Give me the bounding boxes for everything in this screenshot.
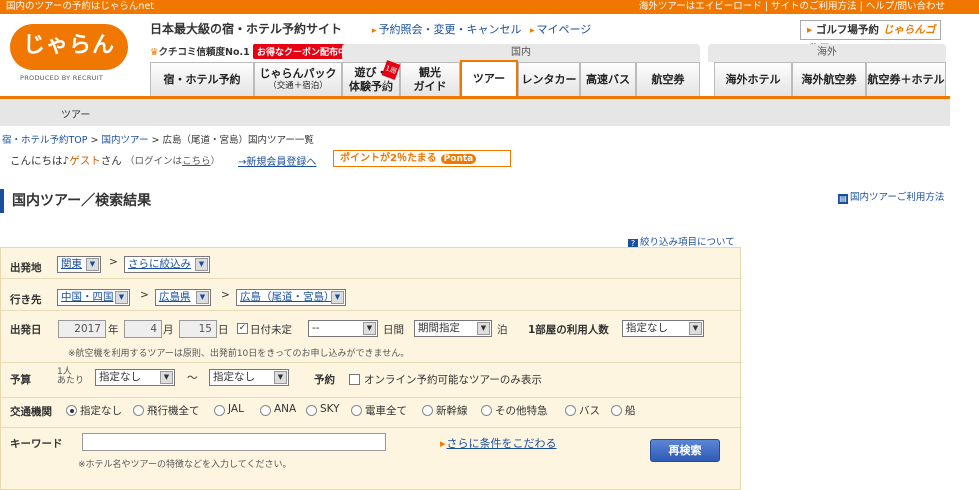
chevron-down-icon: ▼ (160, 371, 173, 384)
area-select[interactable]: 広島（尾道・宮島） ▼ (236, 289, 346, 306)
chevron-down-icon: ▼ (689, 322, 702, 335)
tab-sightseeing[interactable]: 観光 ガイド (400, 62, 460, 96)
room-occupancy-select[interactable]: 指定なし ▼ (622, 320, 704, 337)
tab-tour[interactable]: ツアー (460, 60, 518, 96)
keyword-input[interactable] (82, 433, 386, 451)
destination-label: 行き先 (10, 294, 42, 306)
overseas-group-label: 海外 (708, 44, 946, 62)
subnav-tour[interactable]: ツアー (61, 106, 90, 121)
transport-radio-train[interactable] (351, 405, 362, 416)
crown-icon: ♛ (150, 47, 159, 58)
login-link[interactable]: こちら (182, 156, 211, 167)
tab-hotel[interactable]: 宿・ホテル予約 (150, 62, 254, 96)
tab-jalan-pack[interactable]: じゃらんパック （交通＋宿泊） (254, 62, 342, 96)
day-input[interactable]: 15 (179, 320, 217, 338)
breadcrumb-current: 広島（尾道・宮島）国内ツアー一覧 (162, 135, 314, 146)
budget-min-select[interactable]: 指定なし ▼ (95, 369, 175, 386)
origin-label: 出発地 (10, 262, 42, 274)
ponta-banner[interactable]: ポイントが2％たまる Ponta (333, 150, 511, 167)
online-only-checkbox[interactable] (349, 374, 360, 385)
usage-guide-link[interactable]: ▤ 国内ツアーご利用方法 (838, 189, 944, 204)
chevron-right-icon: ▸ (807, 24, 813, 36)
coupon-badge[interactable]: お得なクーポン配布中 (253, 44, 352, 59)
keyword-label: キーワード (10, 438, 63, 450)
nights-select[interactable]: -- ▼ (308, 320, 378, 337)
flight-notice: ※航空機を利用するツアーは原則、出発前10日をきってのお申し込みができません。 (68, 349, 410, 359)
transport-radio-jal[interactable] (214, 405, 225, 416)
date-label: 出発日 (10, 324, 42, 336)
site-tagline: 日本最大級の宿・ホテル予約サイト (150, 22, 343, 36)
tab-air-hotel[interactable]: 航空券＋ホテル (866, 62, 946, 96)
trust-badge: ♛クチコミ信頼度No.1 (150, 47, 250, 58)
tab-rental-car[interactable]: レンタカー (518, 62, 580, 96)
transport-radio-ship[interactable] (611, 405, 622, 416)
month-input[interactable]: 4 (124, 320, 162, 338)
subnav: ツアー (0, 99, 950, 126)
mypage-link[interactable]: マイページ (530, 21, 592, 37)
page-title: 国内ツアー／検索結果 (0, 189, 151, 213)
top-bar-left-link[interactable]: 国内のツアーの予約はじゃらんnet (6, 0, 154, 14)
transport-radio-air[interactable] (133, 405, 144, 416)
jalan-logo[interactable]: じゃらん (10, 24, 128, 70)
budget-label: 予算 (10, 374, 31, 386)
online-only-label: オンライン予約可能なツアーのみ表示 (364, 374, 542, 386)
origin-select[interactable]: 関東 ▼ (57, 256, 101, 273)
transport-label: 交通機関 (10, 406, 52, 418)
breadcrumb-domestic-tour[interactable]: 国内ツアー (102, 135, 149, 146)
tab-airline[interactable]: 航空券 (636, 62, 700, 96)
date-undecided-checkbox[interactable]: ✓ (237, 323, 248, 334)
tab-highway-bus[interactable]: 高速バス (580, 62, 636, 96)
date-undecided-label: 日付未定 (250, 324, 292, 336)
transport-radio-express[interactable] (481, 405, 492, 416)
domestic-group-label: 国内 (342, 44, 700, 62)
tab-overseas-hotel[interactable]: 海外ホテル (714, 62, 792, 96)
stay-select[interactable]: 期間指定 ▼ (414, 320, 492, 337)
prefecture-select[interactable]: 広島県 ▼ (155, 289, 211, 306)
chevron-down-icon: ▼ (86, 258, 99, 271)
chevron-down-icon: ▼ (477, 322, 490, 335)
chevron-down-icon: ▼ (274, 371, 287, 384)
breadcrumb-top[interactable]: 宿・ホテル予約TOP (2, 135, 88, 146)
register-link[interactable]: →新規会員登録へ (238, 153, 316, 168)
transport-radio-bus[interactable] (565, 405, 576, 416)
top-bar: 国内のツアーの予約はじゃらんnet 海外ツアーはエイビーロード | サイトのご利… (0, 0, 979, 14)
tab-overseas-airline[interactable]: 海外航空券 (792, 62, 866, 96)
top-bar-right-links[interactable]: 海外ツアーはエイビーロード | サイトのご利用方法 | ヘルプ/問い合わせ (639, 0, 945, 14)
research-button[interactable]: 再検索 (650, 439, 720, 462)
budget-max-select[interactable]: 指定なし ▼ (209, 369, 289, 386)
transport-radio-shinkansen[interactable] (422, 405, 433, 416)
transport-radio-none[interactable] (66, 405, 77, 416)
advanced-conditions-link[interactable]: さらに条件をこだわる (440, 435, 557, 451)
book-icon: ▤ (838, 194, 848, 204)
golf-label: ゴルフ場予約 (815, 24, 879, 36)
golf-booking-button[interactable]: ▸ ゴルフ場予約じゃらんゴルフ (800, 20, 941, 54)
chevron-down-icon: ▼ (115, 291, 128, 304)
ponta-logo: Ponta (440, 154, 477, 164)
greeting: こんにちは♪ゲストさん （ログインはこちら） (10, 155, 221, 167)
transport-radio-sky[interactable] (306, 405, 317, 416)
chevron-down-icon: ▼ (331, 291, 344, 304)
breadcrumb: 宿・ホテル予約TOP > 国内ツアー > 広島（尾道・宮島）国内ツアー一覧 (2, 135, 314, 146)
year-input[interactable]: 2017 (58, 320, 106, 338)
keyword-note: ※ホテル名やツアーの特徴などを入力してください。 (78, 460, 292, 470)
origin-refine-select[interactable]: さらに絞込み ▼ (124, 256, 210, 273)
chevron-down-icon: ▼ (363, 322, 376, 335)
transport-radio-ana[interactable] (260, 405, 271, 416)
produced-by-recruit: PRODUCED BY RECRUIT (20, 74, 104, 82)
room-occupancy-label: 1部屋の利用人数 (528, 324, 609, 336)
region-select[interactable]: 中国・四国 ▼ (57, 289, 130, 306)
reservation-inquiry-link[interactable]: 予約照会・変更・キャンセル (372, 21, 522, 37)
chevron-down-icon: ▼ (196, 291, 209, 304)
chevron-down-icon: ▼ (195, 258, 208, 271)
